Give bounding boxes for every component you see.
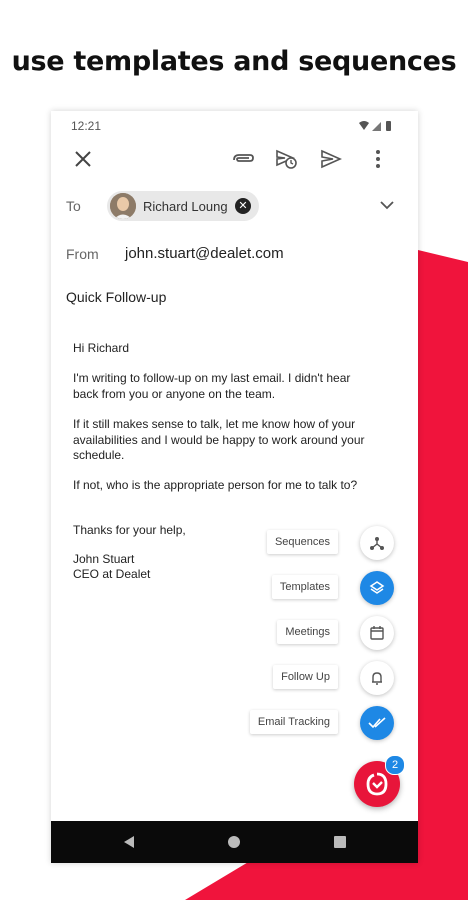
body-paragraph-3: If not, who is the appropriate person fo… <box>73 478 358 492</box>
send-icon[interactable] <box>317 145 345 173</box>
android-nav-bar <box>51 821 418 863</box>
compose-toolbar <box>51 141 418 177</box>
recipient-chip[interactable]: Richard Loung ✕ <box>107 191 259 221</box>
chevron-down-icon[interactable] <box>380 197 394 215</box>
from-row: From john.stuart@dealet.com <box>51 243 418 267</box>
fab-item-sequences[interactable]: Sequences <box>51 524 418 560</box>
from-address[interactable]: john.stuart@dealet.com <box>125 245 284 262</box>
body-paragraph-2: If it still makes sense to talk, let me … <box>73 417 365 462</box>
signal-icon <box>372 122 381 131</box>
status-bar: 12:21 <box>51 111 418 139</box>
from-label: From <box>66 246 99 262</box>
fab-label-follow-up[interactable]: Follow Up <box>273 665 338 689</box>
calendar-icon[interactable] <box>360 616 394 650</box>
fab-item-templates[interactable]: Templates <box>51 569 418 605</box>
fab-label-meetings[interactable]: Meetings <box>277 620 338 644</box>
dealet-logo-icon <box>366 772 388 796</box>
avatar <box>110 193 136 219</box>
bell-icon[interactable] <box>360 661 394 695</box>
recipient-name: Richard Loung <box>143 198 228 214</box>
close-icon[interactable] <box>69 145 97 173</box>
schedule-send-icon[interactable] <box>273 145 301 173</box>
status-icons <box>358 119 398 137</box>
body-greeting: Hi Richard <box>73 341 130 355</box>
main-fab-button[interactable]: 2 <box>354 755 405 807</box>
to-row: To Richard Loung ✕ <box>51 191 418 223</box>
subject-field[interactable]: Quick Follow-up <box>66 289 166 305</box>
fab-item-email-tracking[interactable]: Email Tracking <box>51 704 418 740</box>
more-options-icon[interactable] <box>364 145 392 173</box>
fab-label-email-tracking[interactable]: Email Tracking <box>249 710 338 734</box>
to-label: To <box>66 198 81 214</box>
layers-icon[interactable] <box>360 571 394 605</box>
fab-label-sequences[interactable]: Sequences <box>266 530 338 554</box>
attach-icon[interactable] <box>229 145 257 173</box>
wifi-icon <box>359 121 369 130</box>
recents-icon[interactable] <box>330 832 350 852</box>
status-time: 12:21 <box>71 119 102 133</box>
fab-item-follow-up[interactable]: Follow Up <box>51 659 418 695</box>
headline: use templates and sequences <box>11 46 457 77</box>
phone-screen: 12:21 To Richard Loung ✕ From john.stuar… <box>51 111 418 863</box>
fab-item-meetings[interactable]: Meetings <box>51 614 418 650</box>
fab-label-templates[interactable]: Templates <box>271 575 338 599</box>
sequences-icon[interactable] <box>360 526 394 560</box>
back-icon[interactable] <box>119 832 139 852</box>
remove-recipient-icon[interactable]: ✕ <box>235 198 251 214</box>
double-check-icon[interactable] <box>360 706 394 740</box>
notification-badge: 2 <box>385 755 405 775</box>
battery-icon <box>386 121 391 131</box>
body-paragraph-1: I'm writing to follow-up on my last emai… <box>73 371 351 401</box>
home-icon[interactable] <box>224 832 244 852</box>
